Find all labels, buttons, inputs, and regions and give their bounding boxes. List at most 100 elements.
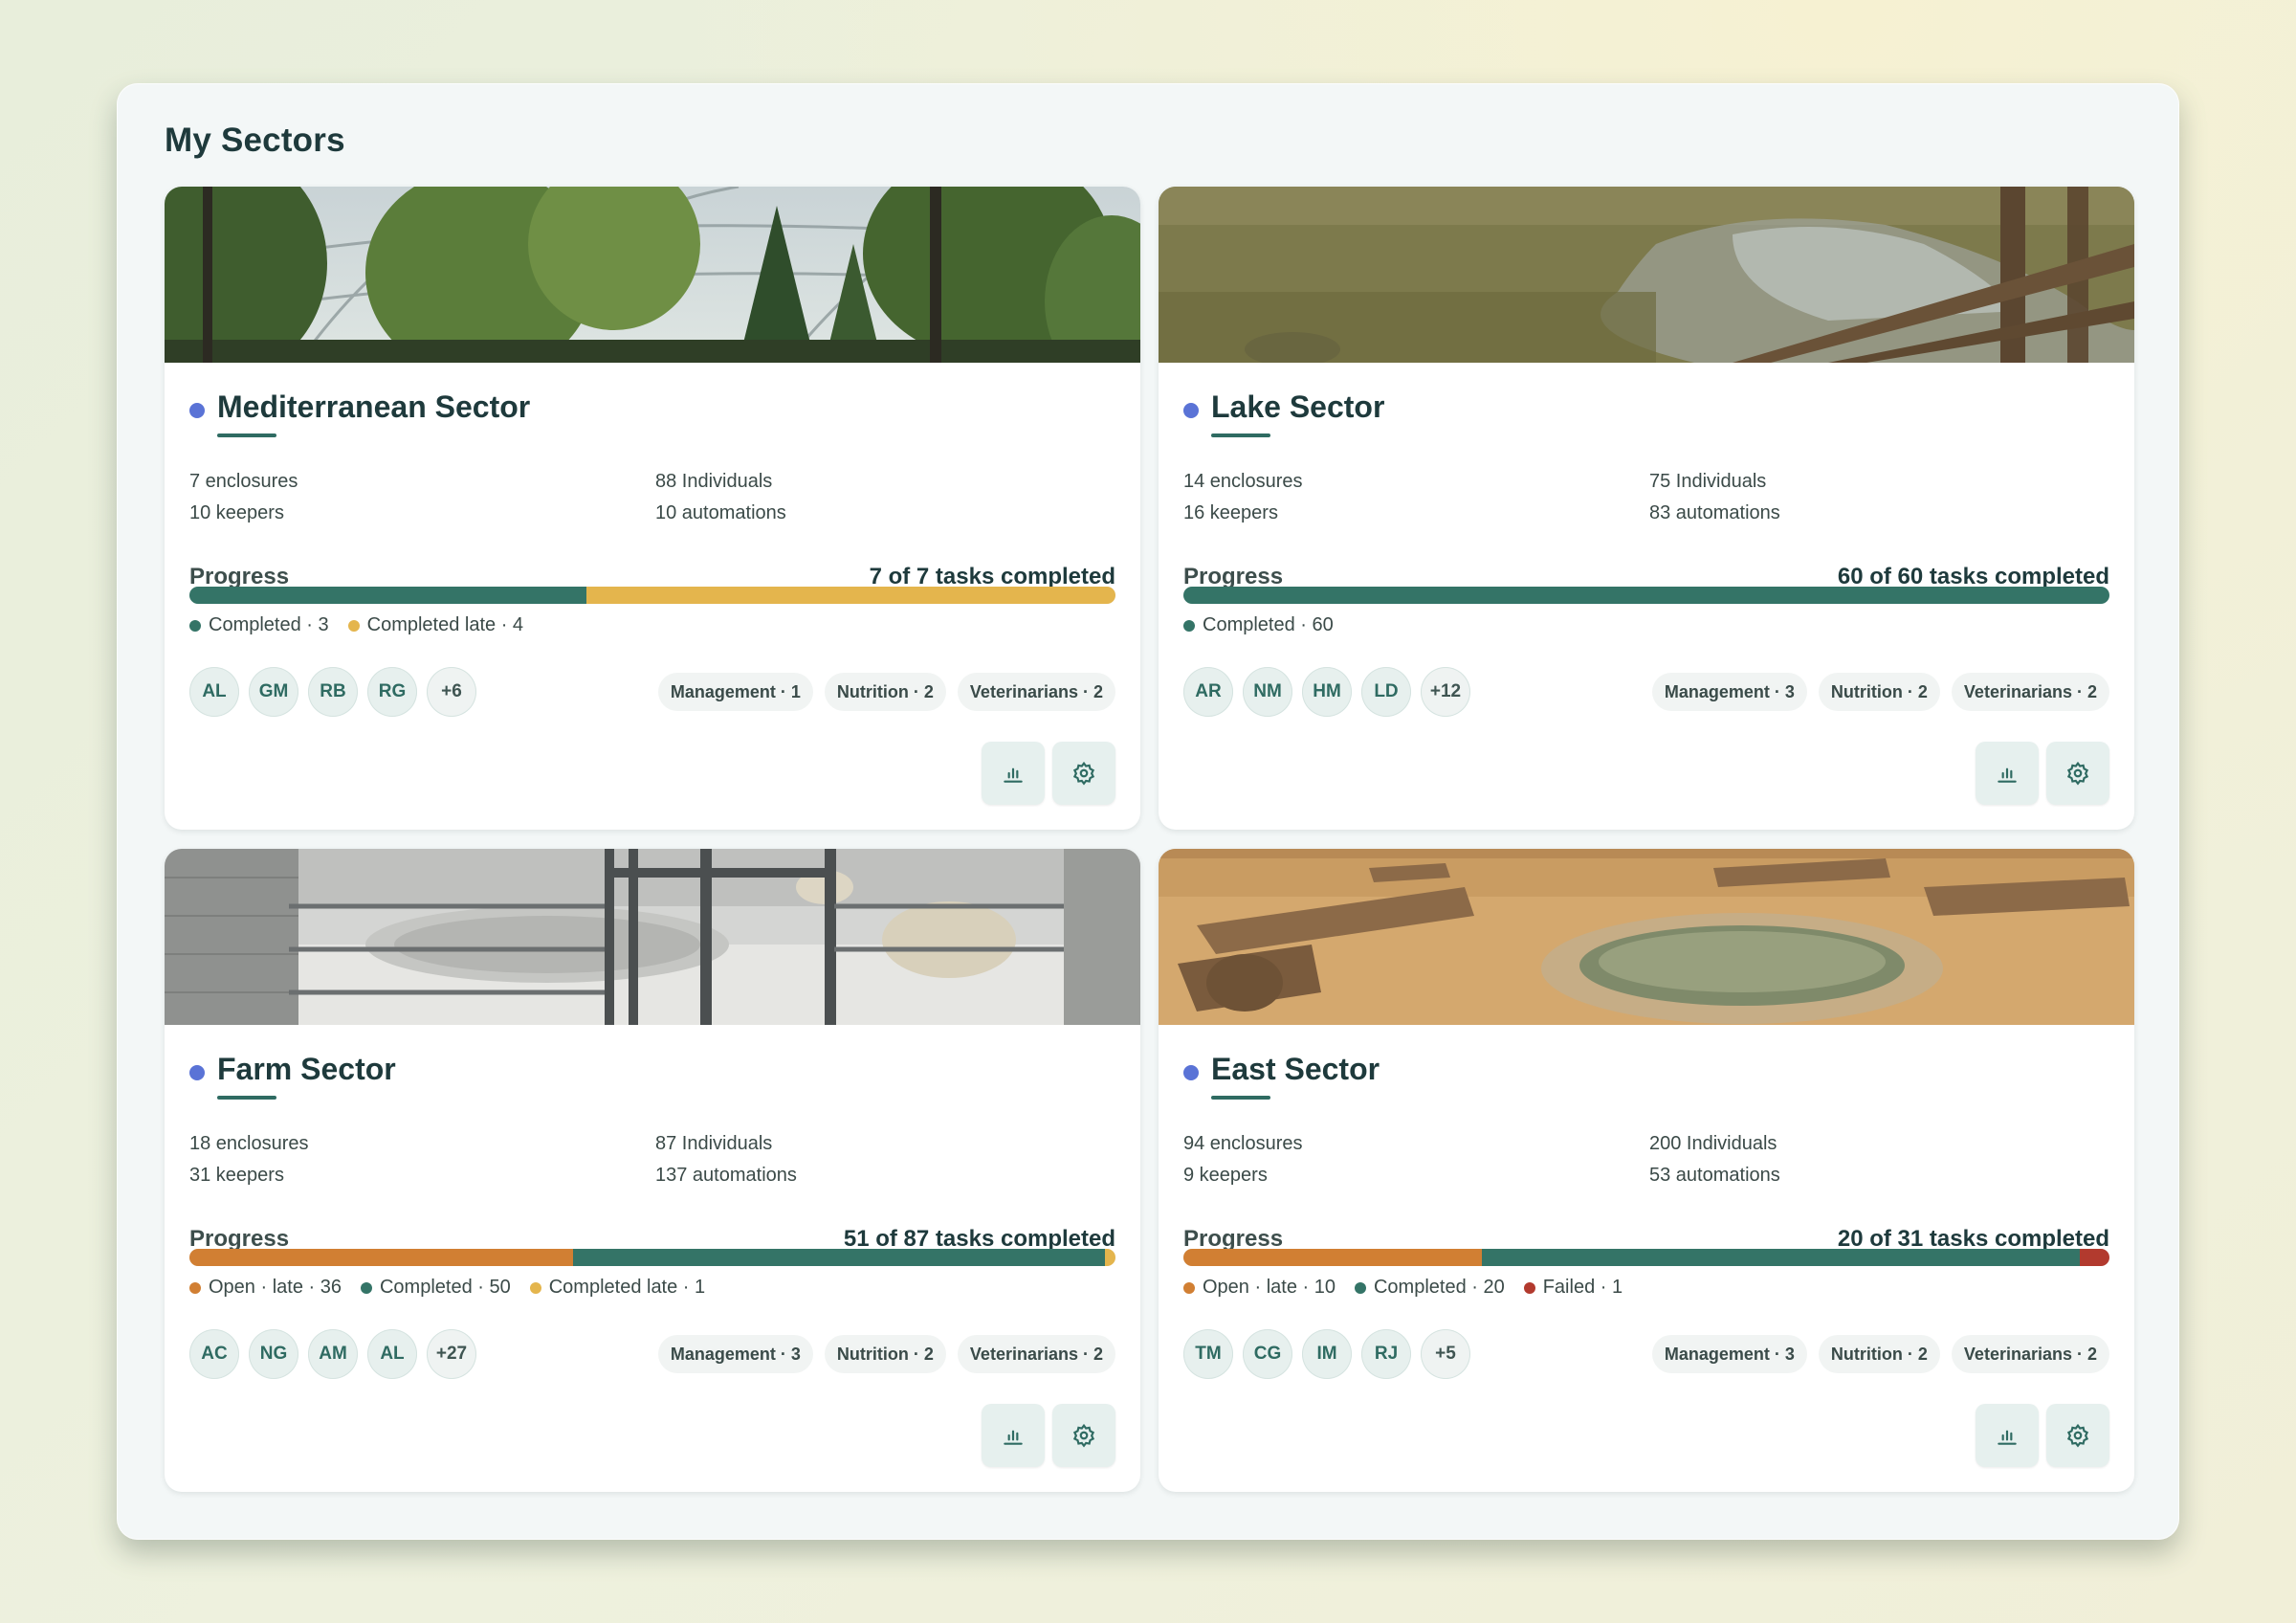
sector-stats-right: 88 Individuals 10 automations xyxy=(655,466,786,529)
legend-item: Completed · 60 xyxy=(1183,614,1334,636)
avatar[interactable]: AC xyxy=(189,1329,239,1379)
settings-button[interactable] xyxy=(2046,1404,2109,1467)
sectors-panel: My Sectors Mediterranean Sector 7 enclos… xyxy=(117,83,2179,1540)
sector-name[interactable]: Mediterranean Sector xyxy=(217,389,530,425)
sector-name[interactable]: East Sector xyxy=(1211,1052,1380,1087)
enclosures-count: 14 enclosures xyxy=(1183,471,1303,492)
avatar-more[interactable]: +27 xyxy=(427,1329,476,1379)
legend-label: Completed · 20 xyxy=(1373,1277,1505,1298)
sector-card[interactable]: Lake Sector 14 enclosures 16 keepers 75 … xyxy=(1159,187,2134,830)
stats-button[interactable] xyxy=(982,1404,1045,1467)
enclosures-count: 18 enclosures xyxy=(189,1133,309,1154)
keepers-count: 10 keepers xyxy=(189,502,284,523)
progress-legend: Completed · 60 xyxy=(1183,614,1334,636)
sector-grid: Mediterranean Sector 7 enclosures 10 kee… xyxy=(165,187,2134,1501)
role-chip-nutrition[interactable]: Nutrition · 2 xyxy=(1818,673,1940,711)
avatar[interactable]: RJ xyxy=(1361,1329,1411,1379)
individuals-count: 75 Individuals xyxy=(1649,471,1767,492)
sector-stats-left: 7 enclosures 10 keepers xyxy=(189,466,298,529)
avatar[interactable]: CG xyxy=(1243,1329,1292,1379)
role-chip-nutrition[interactable]: Nutrition · 2 xyxy=(824,1335,946,1373)
role-chip-nutrition[interactable]: Nutrition · 2 xyxy=(1818,1335,1940,1373)
avatar-more[interactable]: +12 xyxy=(1421,667,1470,717)
sector-name-underline xyxy=(1211,1096,1270,1100)
role-chip-nutrition[interactable]: Nutrition · 2 xyxy=(824,673,946,711)
sector-card[interactable]: Farm Sector 18 enclosures 31 keepers 87 … xyxy=(165,849,1140,1492)
automations-count: 137 automations xyxy=(655,1165,797,1186)
settings-icon xyxy=(2066,761,2089,786)
sector-photo xyxy=(165,187,1140,363)
avatar[interactable]: GM xyxy=(249,667,298,717)
automations-count: 53 automations xyxy=(1649,1165,1780,1186)
card-actions xyxy=(1976,1404,2109,1467)
sector-card[interactable]: East Sector 94 enclosures 9 keepers 200 … xyxy=(1159,849,2134,1492)
card-actions xyxy=(1976,742,2109,805)
sector-stats-left: 94 enclosures 9 keepers xyxy=(1183,1128,1303,1191)
automations-count: 83 automations xyxy=(1649,502,1780,523)
avatar[interactable]: HM xyxy=(1302,667,1352,717)
avatar[interactable]: LD xyxy=(1361,667,1411,717)
legend-dot-icon xyxy=(1523,1281,1535,1294)
role-chips: Management · 3 Nutrition · 2 Veterinaria… xyxy=(1651,673,2109,711)
progress-bar xyxy=(189,587,1115,604)
enclosures-count: 7 enclosures xyxy=(189,471,298,492)
sector-stats-left: 18 enclosures 31 keepers xyxy=(189,1128,309,1191)
sector-name[interactable]: Lake Sector xyxy=(1211,389,1384,425)
avatar[interactable]: IM xyxy=(1302,1329,1352,1379)
role-chip-management[interactable]: Management · 3 xyxy=(1651,1335,1807,1373)
avatar[interactable]: AR xyxy=(1183,667,1233,717)
role-chips: Management · 3 Nutrition · 2 Veterinaria… xyxy=(657,1335,1115,1373)
sector-stats-right: 200 Individuals 53 automations xyxy=(1649,1128,1780,1191)
keeper-avatars: AC NG AM AL +27 xyxy=(189,1329,476,1379)
legend-label: Open · late · 36 xyxy=(209,1277,342,1298)
legend-item: Open · late · 36 xyxy=(189,1277,342,1299)
role-chip-management[interactable]: Management · 1 xyxy=(657,673,813,711)
avatar[interactable]: RB xyxy=(308,667,358,717)
card-actions xyxy=(982,1404,1115,1467)
progress-segment xyxy=(189,1249,573,1266)
avatar[interactable]: AL xyxy=(189,667,239,717)
individuals-count: 87 Individuals xyxy=(655,1133,773,1154)
legend-label: Completed · 3 xyxy=(209,614,329,635)
sector-status-dot xyxy=(189,403,205,418)
avatar[interactable]: AM xyxy=(308,1329,358,1379)
role-chip-veterinarians[interactable]: Veterinarians · 2 xyxy=(1951,1335,2109,1373)
card-actions xyxy=(982,742,1115,805)
sector-stats-right: 75 Individuals 83 automations xyxy=(1649,466,1780,529)
legend-label: Completed late · 1 xyxy=(548,1277,706,1298)
settings-button[interactable] xyxy=(2046,742,2109,805)
role-chip-veterinarians[interactable]: Veterinarians · 2 xyxy=(957,1335,1115,1373)
role-chip-management[interactable]: Management · 3 xyxy=(1651,673,1807,711)
progress-legend: Open · late · 36 Completed · 50 Completed … xyxy=(189,1277,705,1299)
progress-segment xyxy=(189,587,586,604)
sector-stats-right: 87 Individuals 137 automations xyxy=(655,1128,797,1191)
keepers-count: 9 keepers xyxy=(1183,1165,1268,1186)
stats-button[interactable] xyxy=(982,742,1045,805)
avatar[interactable]: TM xyxy=(1183,1329,1233,1379)
progress-segment xyxy=(585,587,1115,604)
avatar[interactable]: NG xyxy=(249,1329,298,1379)
progress-legend: Open · late · 10 Completed · 20 Failed · 1 xyxy=(1183,1277,1623,1299)
role-chip-management[interactable]: Management · 3 xyxy=(657,1335,813,1373)
avatar[interactable]: RG xyxy=(367,667,417,717)
role-chip-veterinarians[interactable]: Veterinarians · 2 xyxy=(957,673,1115,711)
legend-dot-icon xyxy=(1354,1281,1366,1294)
avatar[interactable]: NM xyxy=(1243,667,1292,717)
stats-button[interactable] xyxy=(1976,742,2039,805)
avatar-more[interactable]: +5 xyxy=(1421,1329,1470,1379)
avatar[interactable]: AL xyxy=(367,1329,417,1379)
sector-name[interactable]: Farm Sector xyxy=(217,1052,396,1087)
legend-dot-icon xyxy=(347,619,360,632)
keeper-avatars: AR NM HM LD +12 xyxy=(1183,667,1470,717)
settings-button[interactable] xyxy=(1052,742,1115,805)
legend-dot-icon xyxy=(529,1281,541,1294)
avatar-more[interactable]: +6 xyxy=(427,667,476,717)
progress-bar xyxy=(1183,587,2109,604)
settings-button[interactable] xyxy=(1052,1404,1115,1467)
progress-bar xyxy=(1183,1249,2109,1266)
sector-card[interactable]: Mediterranean Sector 7 enclosures 10 kee… xyxy=(165,187,1140,830)
progress-segment xyxy=(1482,1249,2080,1266)
stats-button[interactable] xyxy=(1976,1404,2039,1467)
role-chip-veterinarians[interactable]: Veterinarians · 2 xyxy=(1951,673,2109,711)
legend-item: Completed · 20 xyxy=(1354,1277,1505,1299)
